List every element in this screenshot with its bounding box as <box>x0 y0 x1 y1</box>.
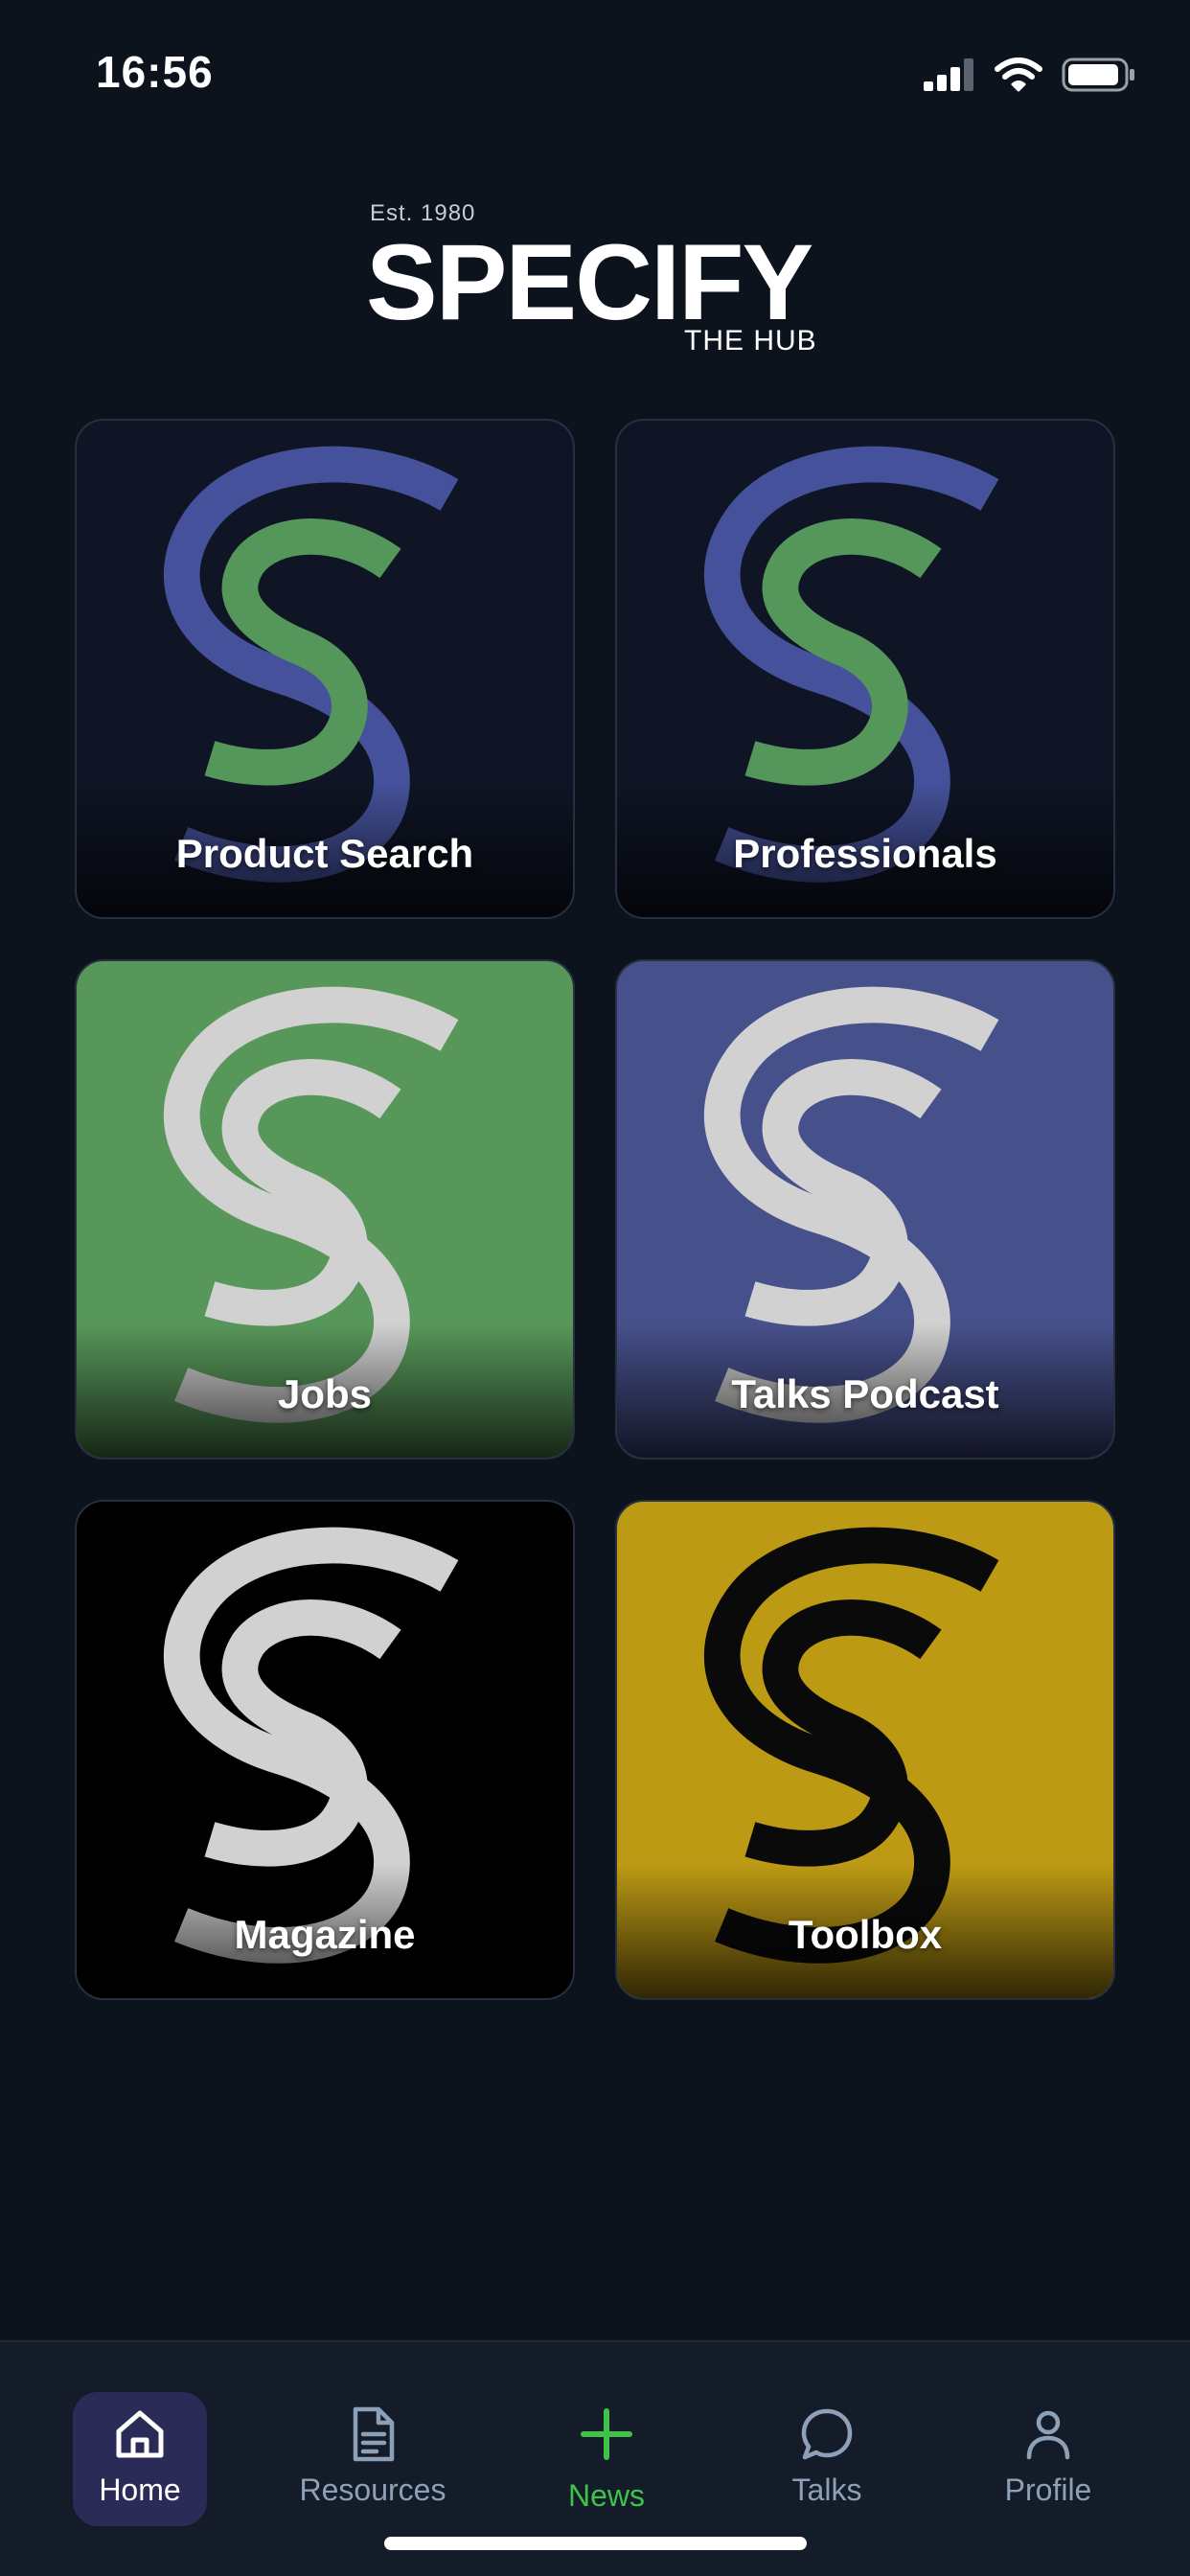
tab-label: Profile <box>1004 2472 1092 2507</box>
tile-label: Product Search <box>175 831 474 876</box>
logo-wordmark: SPECIFY <box>366 222 813 342</box>
app-logo: Est. 1980 SPECIFY THE HUB <box>366 196 820 359</box>
tile-product-search[interactable]: Product Search <box>75 419 575 919</box>
tile-toolbox[interactable]: Toolbox <box>615 1500 1115 2000</box>
tab-label: Talks <box>791 2472 862 2507</box>
tile-jobs[interactable]: Jobs <box>75 959 575 1460</box>
chat-bubble-icon <box>801 2408 853 2460</box>
tile-talks-podcast[interactable]: Talks Podcast <box>615 959 1115 1460</box>
tab-home[interactable]: Home <box>73 2392 207 2526</box>
tile-magazine[interactable]: Magazine <box>75 1500 575 2000</box>
person-icon <box>1026 2410 1070 2460</box>
tab-label: Resources <box>299 2472 446 2507</box>
tile-label: Talks Podcast <box>731 1371 999 1416</box>
home-indicator <box>384 2537 807 2550</box>
tile-label: Jobs <box>277 1371 373 1416</box>
wifi-icon <box>995 58 1042 92</box>
status-time: 16:56 <box>96 47 214 97</box>
tab-talks[interactable]: Talks <box>750 2392 904 2526</box>
status-bar: 16:56 <box>0 0 1190 144</box>
tile-label: Toolbox <box>788 1912 943 1957</box>
tile-professionals[interactable]: Professionals <box>615 419 1115 919</box>
tab-resources[interactable]: Resources <box>296 2392 449 2526</box>
tab-profile[interactable]: Profile <box>972 2392 1125 2526</box>
home-icon <box>116 2410 164 2458</box>
tab-news[interactable]: News <box>530 2392 683 2526</box>
tile-label: Professionals <box>733 831 997 876</box>
status-icons <box>924 54 1136 96</box>
document-icon <box>353 2406 395 2462</box>
logo-subtitle: THE HUB <box>684 325 817 356</box>
tab-label: Home <box>99 2472 181 2507</box>
plus-icon <box>581 2408 632 2460</box>
tab-label: News <box>567 2478 645 2513</box>
cellular-signal-icon <box>924 58 973 91</box>
tile-label: Magazine <box>234 1912 416 1957</box>
battery-icon <box>1062 58 1134 92</box>
